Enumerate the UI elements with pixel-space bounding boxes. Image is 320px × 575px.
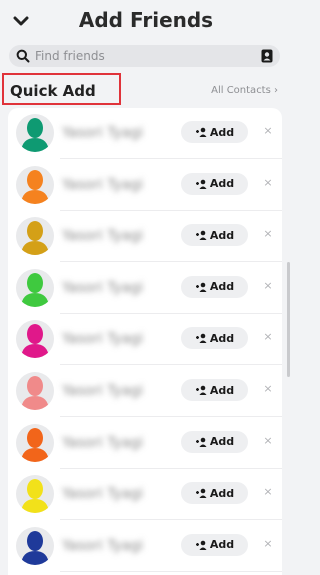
friend-name: Yasori Tyagi xyxy=(62,125,144,141)
avatar[interactable] xyxy=(16,114,54,152)
add-label: Add xyxy=(209,177,235,191)
add-person-icon xyxy=(195,230,207,241)
avatar[interactable] xyxy=(16,372,54,410)
add-label: Add xyxy=(209,486,235,500)
friend-name: Yasori Tyagi xyxy=(62,331,144,348)
search-icon xyxy=(16,49,30,63)
friend-row[interactable]: Yasori Tyagi Add × xyxy=(8,366,282,417)
avatar[interactable] xyxy=(16,320,54,359)
avatar[interactable] xyxy=(16,526,54,565)
dismiss-icon[interactable]: × xyxy=(262,124,274,138)
friend-row[interactable]: Yasori Tyagi Add × xyxy=(8,160,282,211)
add-friend-button[interactable]: Add xyxy=(181,482,248,505)
add-friend-button[interactable]: Add xyxy=(181,379,248,401)
dismiss-icon[interactable]: × xyxy=(262,176,274,190)
dismiss-icon[interactable]: × xyxy=(262,227,274,241)
add-friend-button[interactable]: Add xyxy=(181,430,248,453)
friend-name: Yasori Tyagi xyxy=(62,383,144,399)
add-label: Add xyxy=(209,538,235,552)
bitmoji-avatar-icon xyxy=(21,324,49,359)
friend-name: Yasori Tyagi xyxy=(62,434,144,451)
friend-row[interactable]: Yasori Tyagi Add × xyxy=(8,263,282,314)
friend-row[interactable]: Yasori Tyagi Add × xyxy=(8,469,282,521)
avatar[interactable] xyxy=(16,475,54,514)
add-label: Add xyxy=(209,125,235,139)
add-person-icon xyxy=(195,437,207,447)
search-bar xyxy=(9,45,280,67)
dismiss-icon[interactable]: × xyxy=(262,537,274,551)
avatar[interactable] xyxy=(16,165,54,204)
add-label: Add xyxy=(209,280,235,294)
bitmoji-avatar-icon xyxy=(21,530,49,565)
avatar[interactable] xyxy=(16,217,54,256)
add-person-icon xyxy=(195,334,207,344)
add-label: Add xyxy=(209,383,235,397)
friend-name: Yasori Tyagi xyxy=(62,486,144,503)
add-person-icon xyxy=(195,385,207,395)
friend-name: Yasori Tyagi xyxy=(62,228,144,245)
bitmoji-avatar-icon xyxy=(21,169,49,204)
add-person-icon xyxy=(195,540,207,550)
quick-add-list: Yasori Tyagi Add × Yasori Tyagi Add × Yasori T… xyxy=(8,108,282,575)
add-person-icon xyxy=(195,282,207,292)
bitmoji-avatar-icon xyxy=(21,427,49,462)
friend-row[interactable]: Yasori Tyagi Add × xyxy=(8,418,282,469)
avatar[interactable] xyxy=(16,268,54,307)
header: Add Friends xyxy=(0,0,292,44)
bitmoji-avatar-icon xyxy=(21,118,49,152)
add-label: Add xyxy=(209,435,235,449)
avatar[interactable] xyxy=(16,423,54,462)
friend-row[interactable]: Yasori Tyagi Add × xyxy=(8,314,282,366)
divider xyxy=(60,570,282,572)
dismiss-icon[interactable]: × xyxy=(262,382,274,396)
dismiss-icon[interactable]: × xyxy=(262,279,274,293)
dismiss-icon[interactable]: × xyxy=(262,330,274,344)
quick-add-title: Quick Add xyxy=(10,82,96,100)
friend-row[interactable]: Yasori Tyagi Add × xyxy=(8,108,282,159)
add-person-icon xyxy=(195,127,207,137)
add-label: Add xyxy=(209,331,235,345)
friend-row[interactable]: Yasori Tyagi Add × xyxy=(8,211,282,263)
bitmoji-avatar-icon xyxy=(21,376,49,410)
scrollbar[interactable] xyxy=(287,262,290,377)
add-friend-button[interactable]: Add xyxy=(181,121,248,143)
search-input[interactable] xyxy=(35,46,255,66)
friend-name: Yasori Tyagi xyxy=(62,279,144,296)
add-person-icon xyxy=(195,488,207,499)
add-person-icon xyxy=(195,179,207,189)
dismiss-icon[interactable]: × xyxy=(262,485,274,499)
page-title: Add Friends xyxy=(78,8,214,32)
dismiss-icon[interactable]: × xyxy=(262,434,274,448)
add-friend-button[interactable]: Add xyxy=(181,172,248,195)
bitmoji-avatar-icon xyxy=(21,272,49,307)
add-label: Add xyxy=(209,228,235,242)
friend-row[interactable]: Yasori Tyagi Add × xyxy=(8,521,282,572)
friend-name: Yasori Tyagi xyxy=(62,176,144,193)
bitmoji-avatar-icon xyxy=(21,479,49,514)
add-friend-button[interactable]: Add xyxy=(181,327,248,350)
bitmoji-avatar-icon xyxy=(21,221,49,256)
add-friend-button[interactable]: Add xyxy=(181,533,248,556)
all-contacts-link[interactable]: All Contacts › xyxy=(211,85,278,96)
add-friend-button[interactable]: Add xyxy=(181,275,248,298)
contact-card-icon[interactable] xyxy=(261,49,273,63)
add-friend-button[interactable]: Add xyxy=(181,224,248,247)
friend-name: Yasori Tyagi xyxy=(62,537,144,554)
